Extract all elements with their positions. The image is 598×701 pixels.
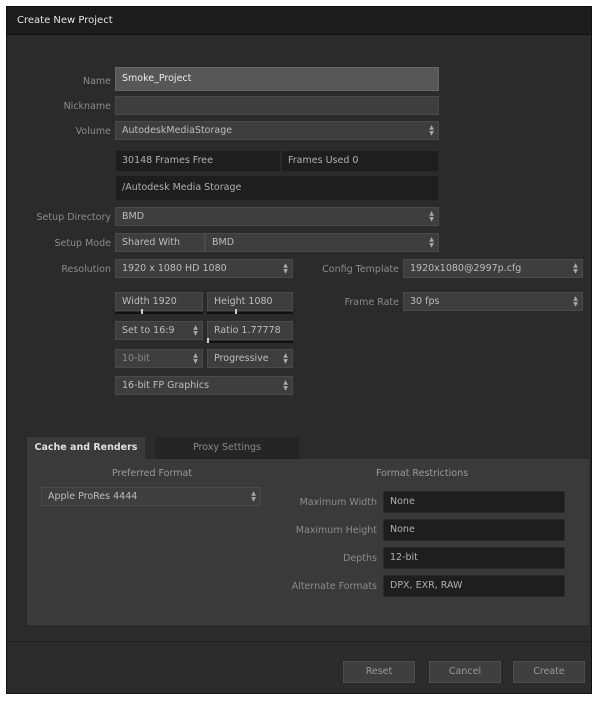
cancel-button[interactable]: Cancel [429,661,501,683]
up-down-arrows-icon: ▲ ▼ [573,295,578,308]
frame-rate-value: 30 fps [410,296,440,307]
slider-knob-icon[interactable] [235,309,237,314]
height-field[interactable]: Height 1080 [207,292,293,311]
width-slider[interactable] [115,309,203,314]
scan-mode-value: Progressive [214,353,269,364]
setup-directory-label: Setup Directory [36,212,111,223]
config-template-select[interactable]: 1920x1080@2997p.cfg ▲ ▼ [403,259,583,278]
reset-button[interactable]: Reset [343,661,415,683]
bit-depth-value: 10-bit [122,353,150,364]
bit-depth-select[interactable]: 10-bit ▲ ▼ [115,349,203,368]
up-down-arrows-icon: ▲ ▼ [283,352,288,365]
aspect-value: Set to 16:9 [122,325,175,336]
config-template-label: Config Template [322,264,399,275]
config-template-value: 1920x1080@2997p.cfg [410,263,522,274]
setup-mode-target-select[interactable]: BMD ▲ ▼ [205,233,439,252]
scan-mode-select[interactable]: Progressive ▲ ▼ [207,349,293,368]
volume-path-readout: /Autodesk Media Storage [115,175,439,201]
slider-knob-icon[interactable] [141,309,143,314]
slider-knob-icon[interactable] [207,338,209,343]
volume-select[interactable]: AutodeskMediaStorage ▲ ▼ [115,121,439,140]
max-width-field[interactable]: None [383,491,565,513]
depths-label: Depths [343,553,377,564]
up-down-arrows-icon: ▲ ▼ [429,210,434,223]
resolution-label: Resolution [61,264,111,275]
setup-mode-label: Setup Mode [54,238,111,249]
aspect-select[interactable]: Set to 16:9 ▲ ▼ [115,321,203,340]
nickname-input[interactable] [115,96,439,115]
alternate-formats-field[interactable]: DPX, EXR, RAW [383,575,565,597]
ratio-field[interactable]: Ratio 1.77778 [207,321,293,340]
dialog-title: Create New Project [7,7,591,35]
frames-used-readout: Frames Used 0 [281,150,439,172]
setup-directory-value: BMD [122,211,145,222]
ratio-slider[interactable] [207,338,293,343]
create-button[interactable]: Create [513,661,585,683]
resolution-select[interactable]: 1920 x 1080 HD 1080 ▲ ▼ [115,259,293,278]
setup-mode-target-value: BMD [212,237,235,248]
tab-cache-and-renders[interactable]: Cache and Renders [27,437,145,459]
graphics-value: 16-bit FP Graphics [122,380,210,391]
up-down-arrows-icon: ▲ ▼ [283,262,288,275]
resolution-value: 1920 x 1080 HD 1080 [122,263,227,274]
name-input[interactable]: Smoke_Project [115,67,439,91]
up-down-arrows-icon: ▲ ▼ [429,124,434,137]
max-height-label: Maximum Height [295,525,377,536]
frame-rate-label: Frame Rate [344,297,399,308]
up-down-arrows-icon: ▲ ▼ [193,352,198,365]
name-label: Name [82,76,111,87]
up-down-arrows-icon: ▲ ▼ [573,262,578,275]
up-down-arrows-icon: ▲ ▼ [429,236,434,249]
frame-rate-select[interactable]: 30 fps ▲ ▼ [403,292,583,311]
format-restrictions-title: Format Restrictions [375,468,469,479]
graphics-select[interactable]: 16-bit FP Graphics ▲ ▼ [115,376,293,395]
create-project-dialog: Create New Project Name Smoke_Project Ni… [6,6,592,694]
depths-field[interactable]: 12-bit [383,547,565,569]
up-down-arrows-icon: ▲ ▼ [193,324,198,337]
frames-free-readout: 30148 Frames Free [115,150,281,172]
volume-label: Volume [75,126,111,137]
preferred-format-value: Apple ProRes 4444 [48,491,138,502]
max-height-field[interactable]: None [383,519,565,541]
volume-value: AutodeskMediaStorage [122,125,233,136]
setup-mode-value: Shared With [115,233,205,252]
cache-and-renders-panel: Preferred Format Apple ProRes 4444 ▲ ▼ Fo… [27,459,589,625]
setup-directory-select[interactable]: BMD ▲ ▼ [115,207,439,226]
up-down-arrows-icon: ▲ ▼ [283,379,288,392]
alternate-formats-label: Alternate Formats [291,581,377,592]
footer-divider [7,641,591,642]
width-field[interactable]: Width 1920 [115,292,203,311]
nickname-label: Nickname [63,101,111,112]
height-slider[interactable] [207,309,293,314]
tab-proxy-settings[interactable]: Proxy Settings [155,437,299,459]
preferred-format-title: Preferred Format [111,468,193,479]
preferred-format-select[interactable]: Apple ProRes 4444 ▲ ▼ [41,487,261,506]
max-width-label: Maximum Width [299,497,377,508]
